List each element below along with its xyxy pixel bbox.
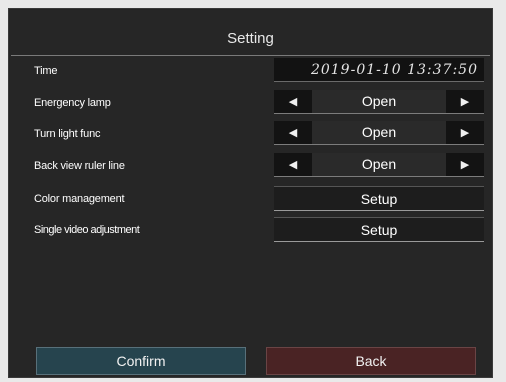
confirm-button[interactable]: Confirm	[36, 347, 246, 375]
turn-light-label: Turn light func	[34, 128, 101, 140]
settings-screen: Setting Time 2019-01-10 13:37:50 Energen…	[8, 8, 493, 378]
back-button[interactable]: Back	[266, 347, 476, 375]
time-field[interactable]: 2019-01-10 13:37:50	[274, 58, 484, 82]
turn-light-selector[interactable]: ◀ Open ▶	[274, 121, 484, 145]
emergency-lamp-selector[interactable]: ◀ Open ▶	[274, 90, 484, 114]
color-management-setup-button[interactable]: Setup	[274, 186, 484, 211]
back-view-next-arrow-icon[interactable]: ▶	[446, 153, 484, 176]
color-management-label: Color management	[34, 193, 125, 205]
time-label: Time	[34, 65, 58, 77]
single-video-setup-button[interactable]: Setup	[274, 217, 484, 242]
turn-light-value: Open	[312, 121, 446, 144]
back-view-value: Open	[312, 153, 446, 176]
back-view-label: Back view ruler line	[34, 160, 125, 172]
emergency-lamp-next-arrow-icon[interactable]: ▶	[446, 90, 484, 113]
turn-light-next-arrow-icon[interactable]: ▶	[446, 121, 484, 144]
back-view-selector[interactable]: ◀ Open ▶	[274, 153, 484, 177]
title-divider	[11, 55, 490, 56]
turn-light-prev-arrow-icon[interactable]: ◀	[274, 121, 312, 144]
emergency-lamp-prev-arrow-icon[interactable]: ◀	[274, 90, 312, 113]
emergency-lamp-value: Open	[312, 90, 446, 113]
emergency-lamp-label: Energency lamp	[34, 97, 111, 109]
page-title: Setting	[227, 30, 274, 47]
back-view-prev-arrow-icon[interactable]: ◀	[274, 153, 312, 176]
single-video-label: Single video adjustment	[34, 224, 140, 236]
